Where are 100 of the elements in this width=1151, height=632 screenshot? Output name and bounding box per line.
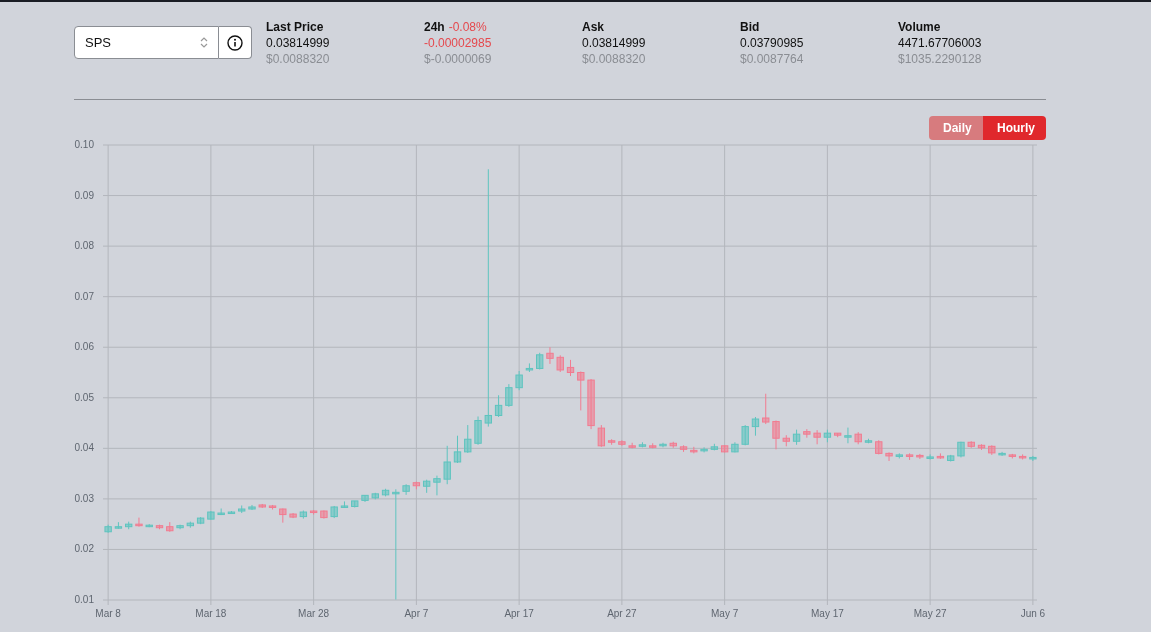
axis-label: Apr 7	[404, 608, 429, 619]
candle	[207, 510, 215, 521]
candle	[700, 446, 708, 453]
axis-label: May 27	[913, 608, 947, 619]
axis-label: Mar 18	[195, 608, 227, 619]
stat-value: -0.00002985	[424, 35, 493, 51]
pair-selector[interactable]: SPS	[74, 26, 219, 59]
candle	[844, 427, 852, 444]
candle	[402, 483, 410, 496]
candle	[649, 442, 657, 449]
candle	[145, 523, 153, 528]
axis-label: 0.04	[74, 442, 94, 454]
interval-tab[interactable]: Hourly	[983, 116, 1046, 140]
candle	[628, 442, 636, 449]
interval-tab[interactable]: Daily	[929, 116, 983, 140]
candle	[669, 441, 677, 449]
stat-label: Ask	[582, 19, 604, 35]
candle	[1029, 455, 1037, 462]
candle	[453, 435, 462, 464]
candle	[268, 504, 277, 510]
axis-label: Mar 28	[298, 608, 330, 619]
candle	[412, 481, 421, 490]
sort-icon	[200, 36, 208, 49]
axis-label: 0.06	[74, 341, 94, 353]
stat-label: Last Price	[266, 19, 324, 35]
candle	[196, 516, 205, 525]
candle	[443, 445, 451, 485]
candle	[536, 352, 544, 370]
stat-value: 0.03790985	[740, 35, 805, 51]
candle	[905, 452, 914, 461]
candle	[289, 512, 297, 519]
usd-value: $0.0088320	[582, 51, 647, 67]
candle	[566, 359, 575, 377]
stat-value: 4471.67706003	[898, 35, 983, 51]
candle	[423, 479, 431, 494]
candle	[217, 508, 225, 516]
candle	[258, 503, 266, 509]
axis-label: 0.05	[74, 391, 94, 403]
candle	[618, 439, 626, 447]
candle	[525, 362, 534, 373]
axis-label: 0.09	[74, 189, 94, 201]
candle	[823, 429, 832, 443]
usd-value: $1035.2290128	[898, 51, 983, 67]
candle	[299, 510, 308, 520]
candle	[166, 521, 174, 533]
candle	[433, 475, 441, 496]
usd-value: $0.0087764	[740, 51, 805, 67]
candle	[381, 488, 390, 497]
candle	[238, 504, 246, 514]
candle	[720, 444, 729, 453]
candle	[782, 434, 790, 447]
candle	[854, 431, 862, 445]
candle	[186, 521, 194, 529]
axis-label: 0.02	[74, 543, 94, 555]
change-percent: -0.08%	[448, 19, 487, 35]
candle	[659, 442, 667, 448]
candle	[176, 524, 184, 530]
stat-label: 24h	[424, 19, 445, 35]
candle	[351, 500, 359, 508]
candle	[864, 438, 873, 444]
candle	[988, 444, 996, 456]
candle	[361, 494, 369, 503]
candle	[464, 424, 472, 454]
candle	[957, 441, 965, 458]
candle	[916, 453, 924, 460]
candle	[155, 524, 164, 530]
usd-value: $0.0088320	[266, 51, 331, 67]
candle	[587, 378, 595, 430]
candle	[494, 394, 503, 418]
candle	[926, 453, 934, 460]
candle	[330, 505, 338, 519]
stat-value: 0.03814999	[266, 35, 331, 51]
candle	[977, 443, 986, 451]
candle	[690, 446, 698, 454]
candle	[474, 416, 482, 446]
candle	[813, 429, 821, 445]
candle	[340, 500, 349, 509]
candle	[772, 420, 780, 450]
candle	[607, 438, 616, 446]
candle	[834, 432, 842, 438]
axis-label: May 7	[711, 608, 739, 619]
candle	[371, 492, 379, 500]
candle	[803, 428, 811, 439]
candle	[875, 439, 883, 455]
candle	[741, 424, 749, 446]
candle	[751, 416, 760, 437]
candle	[577, 371, 585, 411]
axis-label: 0.01	[74, 594, 94, 605]
candle	[679, 444, 688, 453]
usd-value: $-0.0000069	[424, 51, 493, 67]
axis-label: May 17	[811, 608, 844, 619]
info-button[interactable]	[219, 26, 252, 59]
candle	[792, 429, 801, 446]
candle	[895, 452, 903, 459]
candle	[248, 504, 256, 511]
axis-label: Apr 17	[504, 608, 534, 619]
candle	[936, 452, 945, 460]
candle	[125, 521, 133, 530]
axis-label: 0.03	[74, 492, 94, 504]
stat-label: Volume	[898, 19, 941, 35]
